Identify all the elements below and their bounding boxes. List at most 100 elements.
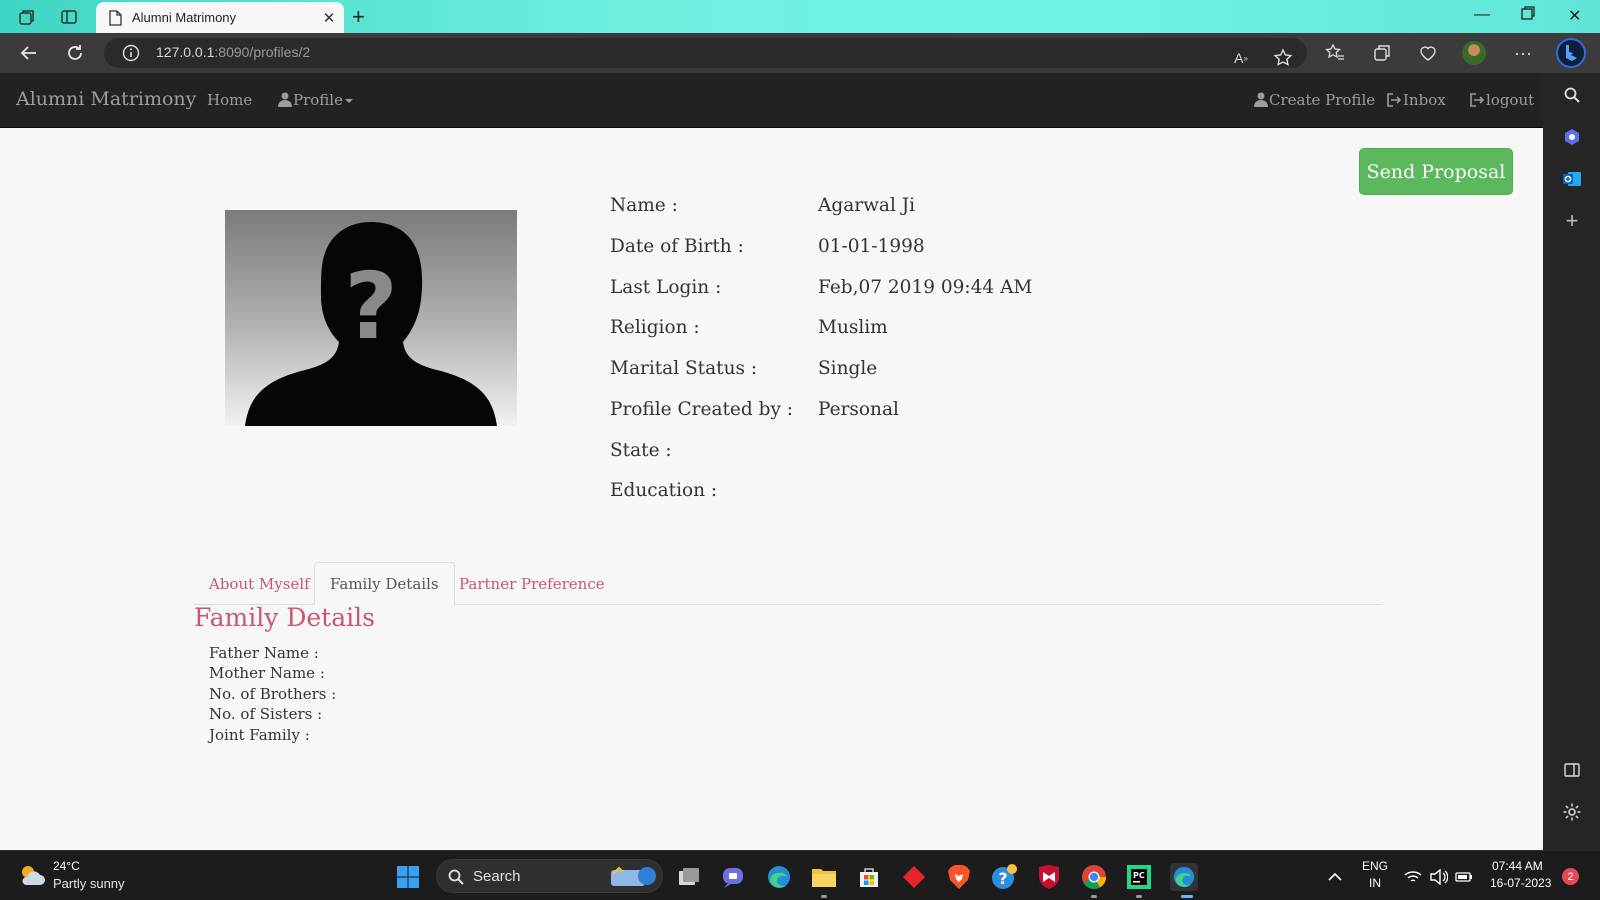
file-explorer-icon[interactable] (810, 863, 838, 891)
url-host: 127.0.0.1 (156, 44, 215, 60)
taskbar-search-label: Search (473, 868, 521, 885)
url-field[interactable]: 127.0.0.1:8090/profiles/2 A» (104, 38, 1307, 68)
wifi-icon[interactable] (1399, 863, 1427, 891)
tab-family-details[interactable]: Family Details (314, 562, 455, 605)
label-religion: Religion : (610, 317, 700, 338)
user-avatar-icon[interactable] (1462, 41, 1486, 65)
log-out-icon (1470, 93, 1485, 107)
favorites-icon[interactable] (1323, 41, 1347, 65)
log-in-icon (1387, 93, 1402, 107)
weather-temperature[interactable]: 24°C (53, 859, 80, 873)
nav-logout-link[interactable]: logout (1470, 91, 1534, 109)
label-father-name: Father Name : (209, 644, 319, 662)
sidebar-discover-icon[interactable] (1560, 125, 1584, 149)
search-highlight-icon (611, 866, 656, 886)
url-path: :8090/profiles/2 (214, 44, 311, 60)
value-created-by: Personal (818, 399, 899, 420)
mcafee-icon[interactable] (1035, 863, 1063, 891)
pycharm-icon[interactable]: PC (1125, 863, 1153, 891)
label-created-by: Profile Created by : (610, 399, 794, 420)
value-dob: 01-01-1998 (818, 236, 925, 257)
browser-sidebar: + (1543, 73, 1600, 850)
copilot-icon[interactable] (1556, 38, 1586, 68)
favorite-star-icon[interactable] (1271, 46, 1295, 70)
sidebar-search-icon[interactable] (1560, 83, 1584, 107)
running-indicator (1091, 895, 1097, 898)
nav-create-profile-label: Create Profile (1269, 91, 1376, 109)
send-proposal-button[interactable]: Send Proposal (1359, 148, 1513, 195)
search-icon (448, 869, 464, 885)
collections-icon[interactable] (1370, 41, 1394, 65)
tab-about-myself[interactable]: About Myself (194, 562, 325, 605)
label-mother-name: Mother Name : (209, 664, 325, 682)
nav-logout-label: logout (1486, 91, 1535, 109)
label-dob: Date of Birth : (610, 236, 744, 257)
battery-icon[interactable] (1450, 863, 1478, 891)
label-marital-status: Marital Status : (610, 358, 758, 379)
volume-icon[interactable] (1425, 863, 1453, 891)
language-indicator-1[interactable]: ENG (1362, 859, 1388, 873)
sidebar-hide-icon[interactable] (1560, 758, 1584, 782)
notification-badge[interactable]: 2 (1562, 868, 1579, 885)
back-icon[interactable] (17, 41, 41, 65)
browser-tab-title: Alumni Matrimony (132, 10, 237, 25)
workspaces-icon[interactable] (16, 6, 38, 28)
user-icon (278, 92, 292, 107)
teams-chat-icon[interactable] (720, 863, 748, 891)
help-app-icon[interactable]: ? (990, 863, 1018, 891)
browser-tab-active[interactable]: Alumni Matrimony ✕ (96, 2, 344, 33)
label-sisters: No. of Sisters : (209, 705, 323, 723)
label-brothers: No. of Brothers : (209, 685, 337, 703)
edge-dev-icon[interactable] (1170, 863, 1198, 891)
refresh-icon[interactable] (63, 41, 87, 65)
microsoft-store-icon[interactable] (855, 863, 883, 891)
value-name: Agarwal Ji (818, 195, 916, 216)
label-joint-family: Joint Family : (209, 726, 310, 744)
site-info-icon[interactable] (122, 44, 140, 66)
svg-text:PC: PC (1133, 871, 1145, 880)
chevron-up-icon[interactable] (1321, 863, 1349, 891)
new-tab-icon[interactable]: + (352, 4, 365, 30)
browser-tab-strip: Alumni Matrimony ✕ + — ✕ (0, 0, 1600, 33)
nav-profile-dropdown[interactable]: Profile (278, 91, 353, 109)
weather-description[interactable]: Partly sunny (53, 876, 125, 891)
site-navbar: Alumni Matrimony Home Profile Create Pro… (0, 73, 1543, 128)
task-view-icon[interactable] (675, 863, 703, 891)
active-indicator (1181, 895, 1193, 898)
windows-start-icon[interactable] (394, 863, 422, 891)
value-last-login: Feb,07 2019 09:44 AM (818, 277, 1033, 298)
close-window-icon[interactable]: ✕ (1568, 6, 1581, 26)
minimize-icon[interactable]: — (1474, 6, 1490, 24)
nav-create-profile-link[interactable]: Create Profile (1254, 91, 1375, 109)
clock-time[interactable]: 07:44 AM (1492, 859, 1543, 873)
sidebar-settings-icon[interactable] (1560, 800, 1584, 824)
chevron-down-icon (344, 99, 353, 103)
language-indicator-2[interactable]: IN (1369, 876, 1381, 890)
red-diamond-app-icon[interactable] (900, 863, 928, 891)
vertical-tabs-icon[interactable] (58, 6, 80, 28)
brave-browser-icon[interactable] (945, 863, 973, 891)
site-brand[interactable]: Alumni Matrimony (16, 88, 196, 110)
weather-partly-sunny-icon[interactable] (18, 862, 46, 890)
nav-inbox-link[interactable]: Inbox (1387, 91, 1446, 109)
url-text: 127.0.0.1:8090/profiles/2 (156, 44, 310, 60)
windows-taskbar: 24°C Partly sunny Search ? PC ENG IN 07:… (0, 850, 1600, 900)
page-icon (109, 9, 122, 26)
svg-text:?: ? (998, 869, 1007, 888)
address-bar-row: 127.0.0.1:8090/profiles/2 A» ··· (0, 33, 1600, 73)
close-tab-icon[interactable]: ✕ (314, 9, 344, 27)
more-options-icon[interactable]: ··· (1511, 41, 1535, 65)
svg-text:?: ? (344, 253, 397, 360)
restore-icon[interactable] (1521, 6, 1535, 25)
browser-essentials-icon[interactable] (1416, 41, 1440, 65)
sidebar-add-icon[interactable]: + (1560, 208, 1584, 233)
clock-date[interactable]: 16-07-2023 (1490, 876, 1551, 890)
nav-home-link[interactable]: Home (207, 91, 252, 109)
tab-partner-preference[interactable]: Partner Preference (444, 562, 620, 605)
sidebar-outlook-icon[interactable] (1560, 167, 1584, 191)
label-state: State : (610, 440, 672, 461)
read-aloud-icon[interactable]: A» (1229, 46, 1253, 70)
taskbar-search-box[interactable]: Search (436, 859, 663, 893)
chrome-browser-icon[interactable] (1080, 863, 1108, 891)
edge-browser-icon[interactable] (765, 863, 793, 891)
